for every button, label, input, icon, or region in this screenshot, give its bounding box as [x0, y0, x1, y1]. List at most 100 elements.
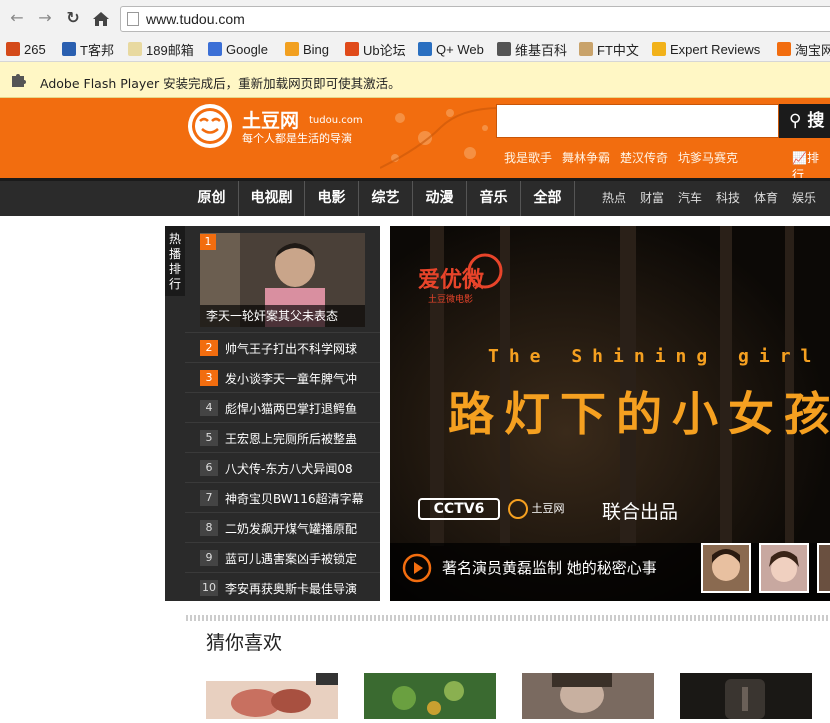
bookmark-label: Bing: [303, 41, 330, 57]
tudou-partner-logo: 土豆网: [508, 498, 594, 520]
logo-domain: tudou.com: [309, 115, 363, 126]
hot-feature-caption[interactable]: 李天一轮奸案其父未表态: [200, 305, 365, 327]
google-icon: [208, 42, 222, 56]
tudou-logo-icon[interactable]: [188, 104, 232, 148]
folder-icon: [128, 42, 142, 56]
browser-toolbar: ← → ↻ www.tudou.com: [0, 0, 830, 36]
hot-tag[interactable]: 坑爹马赛克: [678, 149, 738, 166]
banner-thumbnail[interactable]: [759, 543, 809, 593]
bookmark-label: Google: [226, 41, 268, 57]
hot-item-title[interactable]: 李安再获奥斯卡最佳导演: [225, 580, 357, 597]
nav-sub-hot[interactable]: 热点: [602, 181, 626, 216]
logo-name[interactable]: 土豆网: [242, 106, 299, 133]
banner-brand-sub: 土豆微电影: [428, 295, 474, 305]
rank-number: 5: [200, 430, 218, 446]
hot-item-title[interactable]: 神奇宝贝BW116超清字幕: [225, 490, 364, 507]
hot-tag[interactable]: 舞林争霸: [562, 149, 610, 166]
recommend-thumbnail[interactable]: [680, 673, 812, 719]
forward-icon[interactable]: →: [36, 9, 54, 27]
nav-item-anime[interactable]: 动漫: [413, 181, 467, 216]
search-input[interactable]: [496, 104, 779, 138]
bookmark-label: 265: [24, 41, 46, 57]
nav-item-variety[interactable]: 综艺: [359, 181, 413, 216]
hot-list-item[interactable]: 9 蓝可儿遇害案凶手被锁定: [185, 542, 380, 572]
nav-sub-auto[interactable]: 汽车: [678, 181, 702, 216]
bookmark-item[interactable]: Expert Reviews: [652, 40, 760, 58]
nav-item-original[interactable]: 原创: [185, 181, 239, 216]
banner-brand: 爱优微: [418, 268, 485, 293]
puzzle-icon: [12, 74, 26, 87]
nav-item-tv[interactable]: 电视剧: [239, 181, 305, 216]
search-button[interactable]: ⚲ 搜: [779, 104, 830, 138]
hot-tag[interactable]: 楚汉传奇: [620, 149, 668, 166]
hot-tag[interactable]: 我是歌手: [504, 149, 552, 166]
hot-list-item[interactable]: 8 二奶发飙开煤气罐播原配: [185, 512, 380, 542]
back-icon[interactable]: ←: [8, 9, 26, 27]
banner-thumbnail[interactable]: [817, 543, 830, 593]
recommend-thumbnail[interactable]: [522, 673, 654, 719]
play-icon[interactable]: [402, 553, 432, 583]
url-text[interactable]: www.tudou.com: [146, 11, 245, 27]
rank-number: 7: [200, 490, 218, 506]
blossom-decoration: [380, 107, 500, 169]
nav-sub-finance[interactable]: 财富: [640, 181, 664, 216]
nav-item-movie[interactable]: 电影: [305, 181, 359, 216]
bookmark-item[interactable]: T客邦: [62, 40, 114, 58]
bookmark-item[interactable]: Google: [208, 40, 268, 58]
banner-subtitle-en: The Shining girl: [488, 346, 822, 367]
bing-icon: [285, 42, 299, 56]
rank-link[interactable]: 📈排行: [792, 149, 830, 178]
banner-thumbnail[interactable]: [701, 543, 751, 593]
check-icon: [652, 42, 666, 56]
bookmark-label: Ub论坛: [363, 42, 406, 58]
bookmark-label: 189邮箱: [146, 42, 194, 58]
hot-item-title[interactable]: 二奶发飙开煤气罐播原配: [225, 520, 357, 537]
bookmark-item[interactable]: Bing: [285, 40, 329, 58]
hot-item-title[interactable]: 王宏恩上完厕所后被整蛊: [225, 430, 357, 447]
banner-caption[interactable]: 著名演员黄磊监制 她的秘密心事: [442, 557, 657, 578]
bookmark-item[interactable]: 维基百科: [497, 40, 567, 58]
hot-item-title[interactable]: 彪悍小猫两巴掌打退鳄鱼: [225, 400, 357, 417]
hot-item-title[interactable]: 帅气王子打出不科学网球: [225, 340, 357, 357]
recommend-thumbnail[interactable]: [364, 673, 496, 719]
bookmark-label: 维基百科: [515, 42, 568, 58]
hot-list-item[interactable]: 3 发小谈李天一童年脾气冲: [185, 362, 380, 392]
logo-tagline: 每个人都是生活的导演: [242, 132, 352, 145]
hot-list-item[interactable]: 10 李安再获奥斯卡最佳导演: [185, 572, 380, 602]
bookmark-label: T客邦: [80, 42, 114, 58]
home-icon[interactable]: [92, 10, 110, 28]
bookmark-label: FT中文: [597, 42, 639, 58]
hot-list-item[interactable]: 7 神奇宝贝BW116超清字幕: [185, 482, 380, 512]
hot-list-item[interactable]: 2 帅气王子打出不科学网球: [185, 332, 380, 362]
bookmark-item[interactable]: Q+ Web: [418, 40, 484, 58]
hot-list-item[interactable]: 6 八犬传-东方八犬异闻08: [185, 452, 380, 482]
bookmark-label: Expert Reviews: [670, 41, 761, 57]
rank-number: 8: [200, 520, 218, 536]
nav-item-music[interactable]: 音乐: [467, 181, 521, 216]
reload-icon[interactable]: ↻: [64, 9, 82, 27]
bookmark-item[interactable]: 淘宝网: [777, 40, 830, 58]
hot-list-item[interactable]: 5 王宏恩上完厕所后被整蛊: [185, 422, 380, 452]
ft-icon: [579, 42, 593, 56]
rank-number: 4: [200, 400, 218, 416]
nav-sub-tech[interactable]: 科技: [716, 181, 740, 216]
page-icon: [127, 12, 139, 26]
rank-number: 9: [200, 550, 218, 566]
address-bar[interactable]: www.tudou.com: [120, 6, 830, 32]
recommend-thumbnail[interactable]: [206, 673, 338, 719]
hot-item-title[interactable]: 发小谈李天一童年脾气冲: [225, 370, 357, 387]
banner-partner-text: 联合出品: [602, 501, 679, 523]
hot-item-title[interactable]: 八犬传-东方八犬异闻08: [225, 460, 353, 477]
hot-item-title[interactable]: 蓝可儿遇害案凶手被锁定: [225, 550, 357, 567]
hot-list-item[interactable]: 4 彪悍小猫两巴掌打退鳄鱼: [185, 392, 380, 422]
main-nav: 原创 电视剧 电影 综艺 动漫 音乐 全部 热点 财富 汽车 科技 体育 娱乐: [0, 178, 830, 216]
bookmark-item[interactable]: 189邮箱: [128, 40, 194, 58]
nav-item-all[interactable]: 全部: [521, 181, 575, 216]
bookmark-label: 淘宝网: [795, 42, 830, 58]
nav-sub-sports[interactable]: 体育: [754, 181, 778, 216]
search-button-label: 搜: [807, 111, 825, 131]
bookmark-item[interactable]: FT中文: [579, 40, 639, 58]
bookmark-item[interactable]: Ub论坛: [345, 40, 406, 58]
bookmark-item[interactable]: 265: [6, 40, 46, 58]
nav-sub-entertainment[interactable]: 娱乐: [792, 181, 816, 216]
